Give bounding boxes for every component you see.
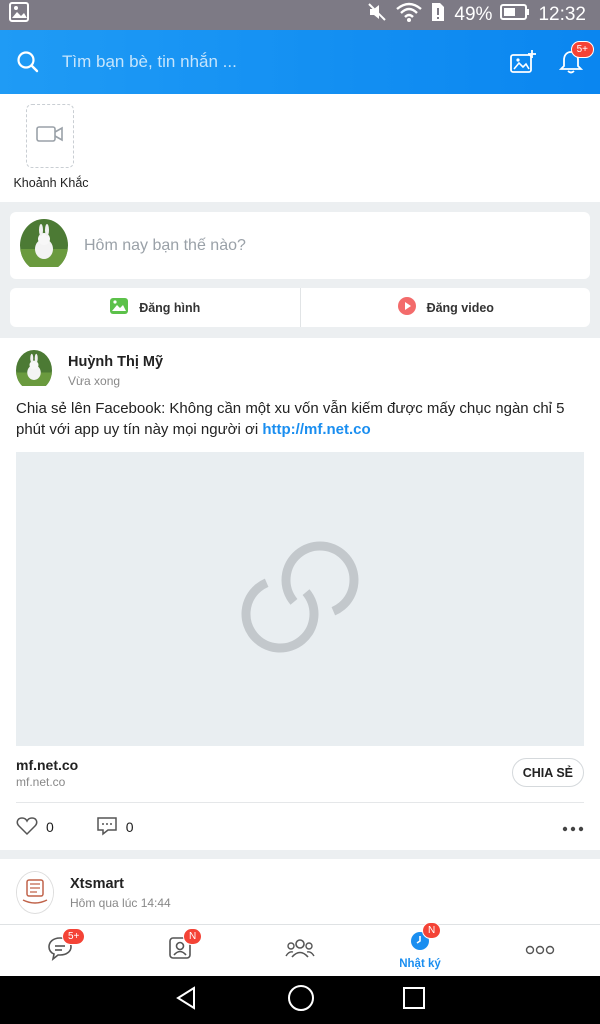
comment-count: 0 — [125, 819, 134, 835]
clock-icon: N — [410, 922, 442, 956]
timeline-label: Nhật ký — [399, 958, 441, 970]
feed-post: Xtsmart Hôm qua lúc 14:44 — [0, 859, 600, 929]
status-bar: 49% 12:32 — [0, 0, 600, 30]
post-time: Vừa xong — [68, 373, 121, 388]
comment-icon — [96, 816, 118, 839]
feed-post: Huỳnh Thị Mỹ Vừa xong Chia sẻ lên Facebo… — [0, 338, 600, 850]
gallery-notification-icon — [8, 1, 30, 29]
post-photo-label: Đăng hình — [139, 300, 201, 315]
divider — [16, 802, 584, 803]
sim-alert-icon — [430, 1, 446, 29]
more-options-icon[interactable] — [562, 819, 584, 835]
video-camera-icon — [36, 124, 64, 149]
post-time: Hôm qua lúc 14:44 — [70, 895, 171, 910]
post-link[interactable]: http://mf.net.co — [262, 421, 370, 438]
heart-icon — [16, 816, 38, 839]
battery-icon — [500, 3, 530, 27]
home-icon[interactable] — [287, 984, 315, 1017]
nav-messages[interactable]: 5+ — [0, 925, 120, 976]
add-photo-icon[interactable] — [508, 47, 538, 77]
post-author[interactable]: Xtsmart — [70, 876, 171, 892]
post-video-label: Đăng video — [426, 300, 494, 315]
search-input[interactable]: Tìm bạn bè, tin nhắn ... — [62, 52, 490, 72]
author-avatar[interactable] — [16, 871, 54, 914]
link-subdomain: mf.net.co — [16, 775, 66, 789]
back-icon[interactable] — [174, 985, 200, 1016]
post-photo-button[interactable]: Đăng hình — [10, 288, 300, 327]
post-text: Chia sẻ lên Facebook: Không cần một xu v… — [16, 398, 586, 440]
moments-strip: Khoảnh Khắc — [0, 94, 600, 202]
nav-timeline[interactable]: N Nhật ký — [360, 922, 480, 976]
bell-icon[interactable]: 5+ — [556, 41, 594, 77]
wifi-icon — [396, 2, 423, 28]
battery-percent: 49% — [454, 4, 493, 25]
mute-icon — [366, 1, 388, 29]
comment-button[interactable]: 0 — [96, 816, 134, 839]
link-domain[interactable]: mf.net.co — [16, 757, 78, 773]
bottom-navigation: 5+ N N Nhật ký — [0, 922, 600, 976]
compose-placeholder[interactable]: Hôm nay bạn thế nào? — [84, 237, 246, 255]
contacts-badge: N — [183, 928, 203, 945]
avatar[interactable] — [20, 219, 68, 272]
timeline-badge: N — [422, 922, 442, 939]
like-count: 0 — [46, 819, 54, 835]
nav-groups[interactable] — [240, 925, 360, 976]
share-button[interactable]: CHIA SẺ — [511, 758, 584, 787]
chat-icon: 5+ — [46, 928, 86, 966]
post-actions-bar: Đăng hình Đăng video — [10, 288, 590, 327]
post-author[interactable]: Huỳnh Thị Mỹ — [68, 354, 163, 370]
messages-badge: 5+ — [62, 928, 86, 945]
like-button[interactable]: 0 — [16, 816, 54, 839]
play-icon — [397, 296, 417, 319]
app-header: Tìm bạn bè, tin nhắn ... 5+ — [0, 30, 600, 94]
post-video-button[interactable]: Đăng video — [301, 288, 591, 327]
group-icon — [285, 936, 315, 965]
reactions-bar: 0 0 — [16, 816, 584, 838]
moments-label: Khoảnh Khắc — [13, 176, 89, 190]
notification-badge: 5+ — [570, 41, 594, 58]
nav-contacts[interactable]: N — [120, 925, 240, 976]
post-header: Huỳnh Thị Mỹ Vừa xong — [16, 350, 163, 391]
recent-apps-icon[interactable] — [402, 986, 426, 1015]
author-avatar[interactable] — [16, 350, 52, 391]
link-icon — [230, 532, 370, 667]
contacts-icon: N — [167, 928, 203, 966]
post-header: Xtsmart Hôm qua lúc 14:44 — [16, 871, 171, 914]
more-icon — [525, 942, 555, 960]
status-composer[interactable]: Hôm nay bạn thế nào? — [10, 212, 590, 279]
search-icon[interactable] — [16, 50, 40, 74]
photo-icon — [109, 297, 129, 318]
link-preview-image[interactable] — [16, 452, 584, 746]
create-moment-button[interactable] — [26, 104, 74, 168]
nav-more[interactable] — [480, 925, 600, 976]
clock: 12:32 — [538, 4, 586, 25]
system-navigation-bar — [0, 976, 600, 1024]
